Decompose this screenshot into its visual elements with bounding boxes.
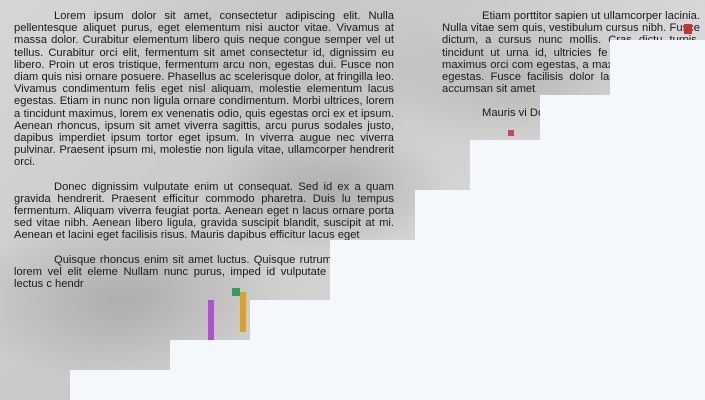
- glitch-region: [250, 300, 340, 400]
- glitch-region: [415, 190, 475, 400]
- glitch-artifact: [208, 300, 214, 340]
- glitch-artifact: [232, 288, 240, 296]
- glitch-region: [470, 140, 705, 400]
- glitch-artifact: [508, 130, 514, 136]
- glitch-region: [610, 40, 705, 100]
- glitch-artifact: [684, 24, 692, 34]
- glitch-region: [330, 240, 420, 400]
- paragraph: Donec dignissim vulputate enim ut conseq…: [14, 180, 394, 242]
- glitch-region: [70, 370, 180, 400]
- glitch-artifact: [240, 292, 246, 332]
- paragraph: Lorem ipsum dolor sit amet, consectetur …: [14, 10, 394, 169]
- glitch-region: [540, 95, 705, 145]
- glitch-region: [170, 340, 260, 400]
